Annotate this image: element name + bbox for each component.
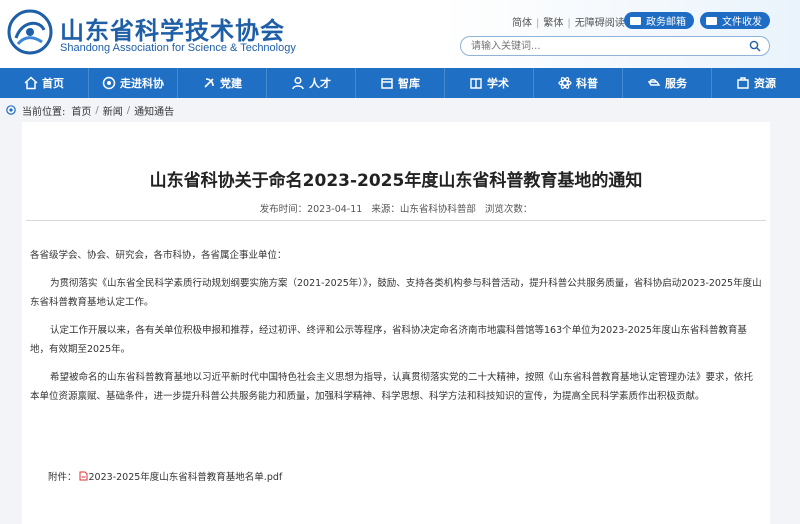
nav-label: 智库 <box>398 77 420 90</box>
view-count: 浏览次数： <box>484 204 533 215</box>
paragraph: 认定工作开展以来，各有关单位积极申报和推荐，经过初评、终评和公示等程序，省科协决… <box>30 325 747 355</box>
breadcrumb-separator: / <box>95 104 99 116</box>
salutation: 各省级学会、协会、研究会，各市科协，各省属企事业单位： <box>30 250 287 261</box>
main-nav: 首页 走进科协 党建 人才 智库 学术 科普 服务 资源 <box>0 68 800 98</box>
home-icon <box>24 76 38 90</box>
location-pin-icon <box>6 105 16 115</box>
docs-button[interactable]: 文件收发 <box>700 12 770 29</box>
logo-icon[interactable] <box>6 8 54 56</box>
link-separator: | <box>567 18 571 29</box>
paragraph: 为贯彻落实《山东省全民科学素质行动规划纲要实施方案（2021-2025年）》，鼓… <box>30 278 762 308</box>
pdf-icon <box>79 471 88 481</box>
nav-label: 人才 <box>309 77 331 90</box>
atom-icon <box>558 77 572 89</box>
publish-time: 发布时间：2023-04-11 <box>259 204 363 215</box>
nav-label: 服务 <box>665 77 687 90</box>
search-input[interactable] <box>471 39 741 54</box>
search-box <box>460 36 770 56</box>
link-traditional[interactable]: 繁体 <box>543 18 563 29</box>
resource-icon <box>737 77 749 89</box>
docs-button-label: 文件收发 <box>722 17 762 28</box>
link-simplified[interactable]: 简体 <box>512 18 532 29</box>
breadcrumb-item-notices[interactable]: 通知通告 <box>134 103 174 118</box>
nav-item-talent[interactable]: 人才 <box>267 68 356 98</box>
mail-icon <box>630 16 641 25</box>
article-body: 各省级学会、协会、研究会，各市科协，各省属企事业单位： 为贯彻落实《山东省全民科… <box>30 246 762 415</box>
article-title: 山东省科协关于命名2023-2025年度山东省科普教育基地的通知 <box>149 171 643 191</box>
search-icon[interactable] <box>749 40 761 52</box>
nav-label: 学术 <box>487 77 509 90</box>
title-divider <box>26 220 766 221</box>
article-card: 山东省科协关于命名2023-2025年度山东省科普教育基地的通知 发布时间：20… <box>22 122 770 524</box>
breadcrumb-prefix: 当前位置: <box>22 106 66 118</box>
folder-icon <box>706 16 717 25</box>
paragraph: 希望被命名的山东省科普教育基地以习近平新时代中国特色社会主义思想为指导，认真贯彻… <box>30 372 754 402</box>
breadcrumb: 当前位置: 首页 / 新闻 / 通知通告 <box>0 100 800 120</box>
site-header: 山东省科学技术协会 Shandong Association for Scien… <box>0 0 800 68</box>
nav-item-service[interactable]: 服务 <box>623 68 712 98</box>
article-meta: 发布时间：2023-04-11 来源：山东省科协科普部 浏览次数： <box>22 201 770 215</box>
nav-label: 资源 <box>754 77 776 90</box>
nav-item-party[interactable]: 党建 <box>178 68 267 98</box>
org-name-en: Shandong Association for Science & Techn… <box>60 42 296 54</box>
link-accessibility[interactable]: 无障碍阅读 <box>575 18 625 29</box>
breadcrumb-item-news[interactable]: 新闻 <box>103 103 123 118</box>
nav-label: 党建 <box>220 77 242 90</box>
think-tank-icon <box>381 78 393 89</box>
attachment: 附件： 2023-2025年度山东省科普教育基地名单.pdf <box>48 469 282 483</box>
attachment-label: 附件： <box>48 472 77 483</box>
language-links: 简体 | 繁体 | 无障碍阅读 <box>510 14 627 29</box>
nav-item-popular-science[interactable]: 科普 <box>534 68 623 98</box>
service-icon <box>647 79 661 86</box>
link-separator: | <box>536 18 540 29</box>
article-source: 来源：山东省科协科普部 <box>371 204 476 215</box>
breadcrumb-item-home[interactable]: 首页 <box>71 103 91 118</box>
nav-label: 首页 <box>42 77 64 90</box>
nav-label: 科普 <box>576 77 598 90</box>
org-name-cn[interactable]: 山东省科学技术协会 <box>60 11 285 46</box>
nav-item-about[interactable]: 走进科协 <box>89 68 178 98</box>
attachment-link[interactable]: 2023-2025年度山东省科普教育基地名单.pdf <box>89 469 283 483</box>
mail-button[interactable]: 政务邮箱 <box>624 12 694 29</box>
person-icon <box>292 76 304 90</box>
nav-label: 走进科协 <box>120 77 164 90</box>
mail-button-label: 政务邮箱 <box>646 17 686 28</box>
nav-item-think-tank[interactable]: 智库 <box>356 68 445 98</box>
emblem-icon <box>102 76 116 90</box>
breadcrumb-separator: / <box>126 104 131 116</box>
nav-item-resource[interactable]: 资源 <box>712 68 800 98</box>
nav-item-academic[interactable]: 学术 <box>445 68 534 98</box>
party-icon <box>204 78 214 88</box>
academic-icon <box>470 78 482 89</box>
nav-item-home[interactable]: 首页 <box>0 68 89 98</box>
